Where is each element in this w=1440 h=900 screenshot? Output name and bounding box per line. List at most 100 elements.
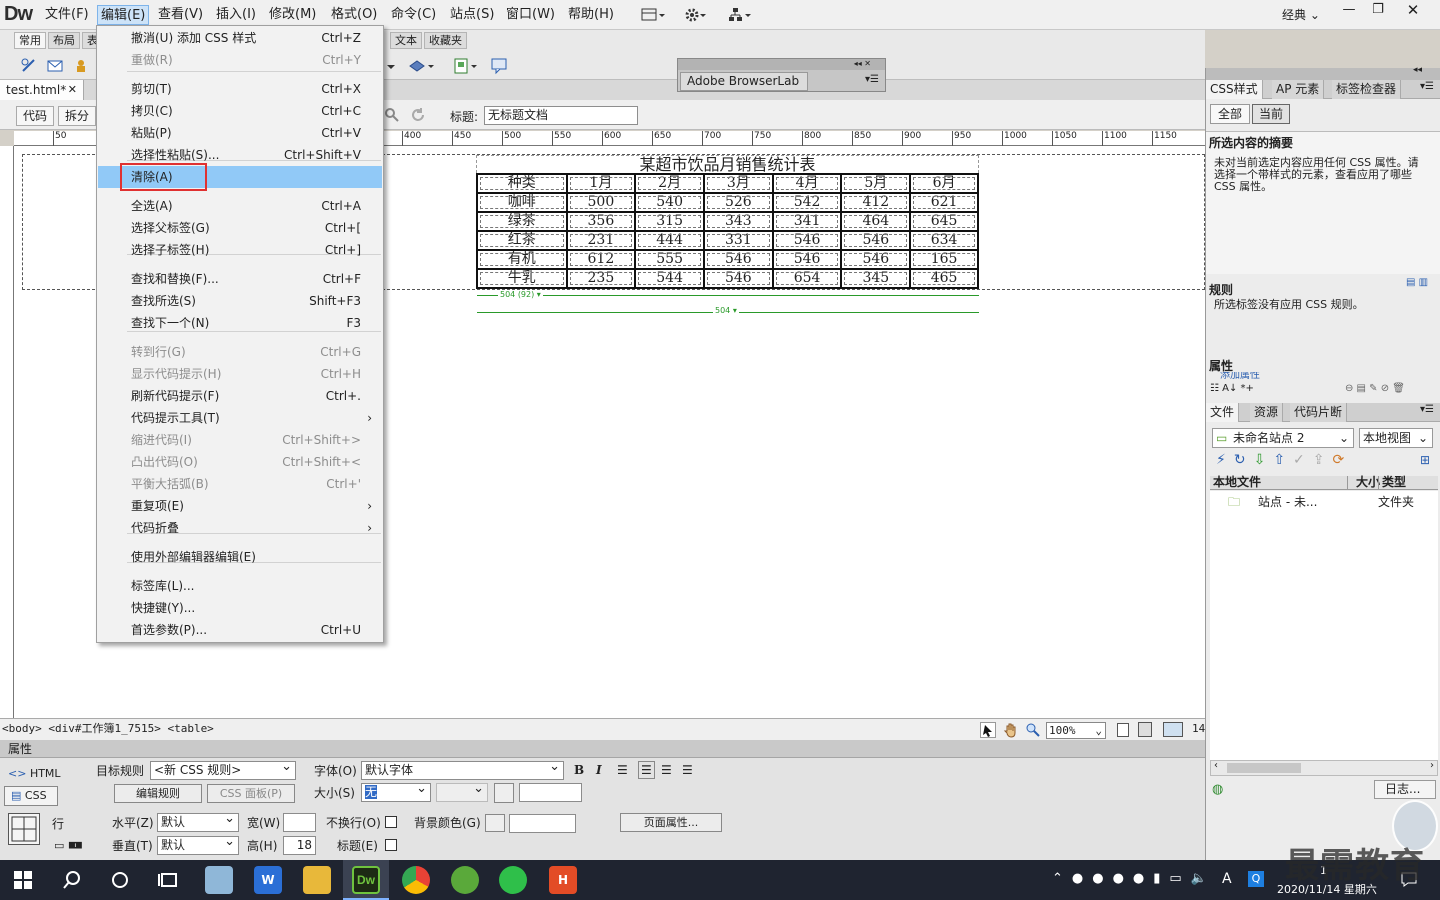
sales-table[interactable]: 某超市饮品月销售统计表 种类 1月 2月 3月 4月 5月 6月 咖啡 500 540 526 542…: [476, 155, 979, 289]
table-cell[interactable]: 231: [565, 230, 637, 251]
vert-select[interactable]: 默认: [157, 833, 239, 855]
table-cell[interactable]: 444: [634, 230, 705, 251]
merge-split-icons[interactable]: ▭ 🀰: [54, 838, 83, 854]
table-cell[interactable]: 546: [771, 230, 843, 251]
table-cell[interactable]: 555: [634, 249, 705, 270]
edit-menu-item[interactable]: 拷贝(C) Ctrl+C: [98, 100, 382, 122]
table-cell[interactable]: 1月: [565, 173, 637, 194]
email-link-icon[interactable]: [46, 57, 64, 75]
close-window-button[interactable]: ✕: [1395, 0, 1431, 22]
table-cell[interactable]: 546: [771, 249, 843, 270]
panel-menu-icon[interactable]: ▾☰: [1420, 81, 1434, 92]
edit-menu-item[interactable]: 代码折叠 ›: [98, 517, 382, 539]
table-cell[interactable]: 绿茶: [476, 211, 568, 232]
table-row[interactable]: 牛乳 235 544 546 654 345 465: [476, 268, 979, 289]
table-cell[interactable]: 546: [702, 268, 774, 289]
preview-icon[interactable]: [384, 107, 400, 123]
table-grid[interactable]: 种类 1月 2月 3月 4月 5月 6月 咖啡 500 540 526 542 412 621 绿茶 356 3…: [476, 173, 979, 289]
restore-button[interactable]: ❐: [1362, 0, 1394, 22]
template-icon[interactable]: [408, 57, 436, 75]
italic-button[interactable]: I: [596, 762, 602, 778]
hyperlink-icon[interactable]: [20, 57, 38, 75]
table-cell[interactable]: 5月: [840, 173, 912, 194]
menu-4[interactable]: 修改(M): [266, 5, 319, 25]
site-select[interactable]: ▭ 未命名站点 2 ⌄: [1212, 428, 1354, 448]
edit-menu-item[interactable]: 转到行(G) Ctrl+G: [98, 341, 382, 363]
horz-select[interactable]: 默认: [157, 810, 239, 832]
wechat-app-icon[interactable]: [499, 866, 527, 894]
horizontal-scrollbar[interactable]: ‹ ›: [1210, 760, 1438, 776]
menu-0[interactable]: 文件(F): [42, 5, 92, 25]
table-cell[interactable]: 542: [771, 192, 843, 213]
table-cell[interactable]: 412: [840, 192, 912, 213]
table-row[interactable]: 咖啡 500 540 526 542 412 621: [476, 192, 979, 213]
edit-menu-item[interactable]: 首选参数(P)... Ctrl+U: [98, 619, 382, 641]
table-cell[interactable]: 546: [702, 249, 774, 270]
width-input[interactable]: [283, 813, 316, 832]
insert-tab-common[interactable]: 常用: [14, 32, 46, 49]
page-title-input[interactable]: 无标题文档: [484, 106, 638, 125]
table-cell[interactable]: 526: [702, 192, 774, 213]
table-cell[interactable]: 2月: [634, 173, 705, 194]
desktop-size-icon[interactable]: [1163, 722, 1183, 737]
table-cell[interactable]: 654: [771, 268, 843, 289]
pointer-tool-icon[interactable]: [980, 722, 996, 738]
css-mode-button[interactable]: ▤ CSS: [4, 786, 58, 806]
menu-9[interactable]: 帮助(H): [565, 5, 617, 25]
current-mode-button[interactable]: 当前: [1252, 104, 1290, 124]
chrome-app-icon[interactable]: [402, 866, 430, 894]
table-cell[interactable]: 465: [909, 268, 979, 289]
edit-menu-item[interactable]: 凸出代码(O) Ctrl+Shift+<: [98, 451, 382, 473]
table-cell[interactable]: 621: [909, 192, 979, 213]
all-mode-button[interactable]: 全部: [1210, 104, 1250, 124]
table-cell[interactable]: 红茶: [476, 230, 568, 251]
zoom-tool-icon[interactable]: [1025, 722, 1041, 738]
table-cell[interactable]: 540: [634, 192, 705, 213]
edit-menu-item[interactable]: 缩进代码(I) Ctrl+Shift+>: [98, 429, 382, 451]
edit-menu-item[interactable]: 查找下一个(N) F3: [98, 312, 382, 334]
refresh-icon[interactable]: [410, 107, 426, 123]
table-cell[interactable]: 634: [909, 230, 979, 251]
edit-menu-item[interactable]: 撤消(U) 添加 CSS 样式 Ctrl+Z: [98, 27, 382, 49]
edit-menu-item[interactable]: 全选(A) Ctrl+A: [98, 195, 382, 217]
css-actions-icons[interactable]: ⊖ ▤ ✎ ⊘ 🗑: [1345, 383, 1405, 394]
table-cell[interactable]: 544: [634, 268, 705, 289]
browserlab-title[interactable]: Adobe BrowserLab: [680, 72, 808, 91]
table-row[interactable]: 种类 1月 2月 3月 4月 5月 6月: [476, 173, 979, 194]
table-cell[interactable]: 3月: [702, 173, 774, 194]
edit-menu-item[interactable]: 重复项(E) ›: [98, 495, 382, 517]
menu-6[interactable]: 命令(C): [388, 5, 439, 25]
comment-icon[interactable]: [490, 57, 508, 75]
font-select[interactable]: 默认字体: [361, 758, 564, 780]
edit-menu-item[interactable]: 显示代码提示(H) Ctrl+H: [98, 363, 382, 385]
tab-assets[interactable]: 资源: [1250, 403, 1284, 422]
col-local-files[interactable]: 本地文件: [1213, 476, 1261, 489]
browserlab-menu-icon[interactable]: ▾☰: [865, 74, 879, 85]
col-type[interactable]: 类型: [1378, 476, 1406, 489]
text-color-input[interactable]: [519, 783, 582, 802]
split-view-button[interactable]: 拆分: [58, 106, 97, 126]
qq-input-icon[interactable]: Q: [1248, 871, 1264, 887]
add-property-link[interactable]: 添加属性: [1210, 372, 1308, 380]
edit-menu-item[interactable]: 使用外部编辑器编辑(E): [98, 546, 382, 568]
edit-menu-item[interactable]: 查找和替换(F)... Ctrl+F: [98, 268, 382, 290]
table-cell[interactable]: 464: [840, 211, 912, 232]
table-cell[interactable]: 345: [840, 268, 912, 289]
notepad-app-icon[interactable]: [205, 866, 233, 894]
table-cell[interactable]: 235: [565, 268, 637, 289]
log-button[interactable]: 日志...: [1374, 780, 1436, 799]
system-tray-icons[interactable]: ⌃●●●●▮▭🔈: [1052, 871, 1216, 886]
zoom-select[interactable]: 100% ⌄: [1046, 722, 1106, 739]
edit-menu-item[interactable]: 选择父标签(G) Ctrl+[: [98, 217, 382, 239]
table-cell[interactable]: 546: [840, 249, 912, 270]
align-left-icon[interactable]: ☰: [617, 762, 628, 778]
bgcolor-swatch[interactable]: [485, 814, 505, 832]
layout-icon[interactable]: [640, 6, 666, 24]
edit-menu-item[interactable]: 选择子标签(H) Ctrl+]: [98, 239, 382, 261]
align-right-icon[interactable]: ☰: [661, 762, 672, 778]
panel-collapse-bar[interactable]: ◂◂: [1206, 65, 1440, 80]
tablet-size-icon[interactable]: [1138, 722, 1152, 737]
site-tree-icon[interactable]: [727, 6, 753, 24]
hbuilder-app-icon[interactable]: H: [549, 866, 577, 894]
table-cell[interactable]: 315: [634, 211, 705, 232]
